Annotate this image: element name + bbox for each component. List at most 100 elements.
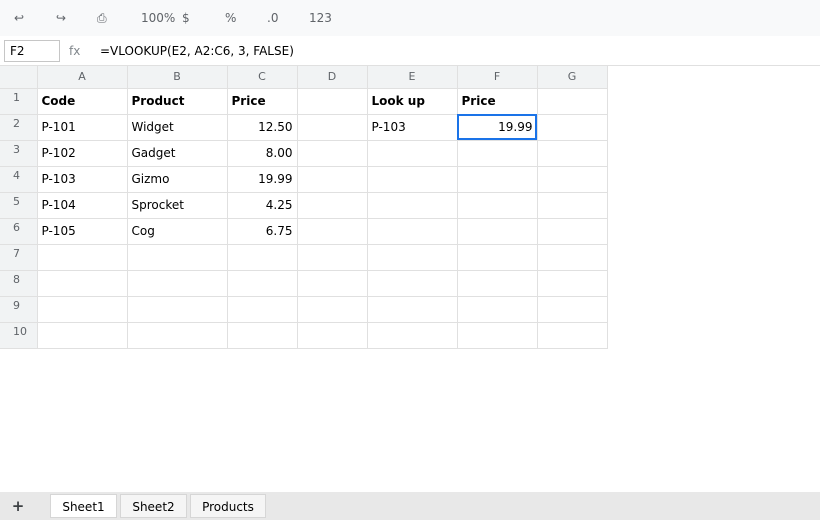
undo-icon[interactable]: ↩ <box>14 0 24 36</box>
cell-e6[interactable] <box>367 218 458 245</box>
cell-f2[interactable]: 19.99 <box>457 114 538 141</box>
percent-format-button[interactable]: % <box>225 0 236 36</box>
cell-e10[interactable] <box>367 322 458 349</box>
cell-c3[interactable]: 8.00 <box>227 140 298 167</box>
cell-e4[interactable] <box>367 166 458 193</box>
cell-d5[interactable] <box>297 192 368 219</box>
column-header-a[interactable]: A <box>37 66 128 89</box>
cell-c5[interactable]: 4.25 <box>227 192 298 219</box>
cell-e5[interactable] <box>367 192 458 219</box>
cell-g2[interactable] <box>537 114 608 141</box>
add-sheet-icon[interactable]: + <box>10 492 26 520</box>
sheet-tab-sheet1[interactable]: Sheet1 <box>50 494 117 518</box>
cell-b9[interactable] <box>127 296 228 323</box>
row-header-7[interactable]: 7 <box>0 244 38 271</box>
column-header-g[interactable]: G <box>537 66 608 89</box>
cell-a1[interactable]: Code <box>37 88 128 115</box>
cell-d8[interactable] <box>297 270 368 297</box>
cell-g7[interactable] <box>537 244 608 271</box>
row-header-1[interactable]: 1 <box>0 88 38 115</box>
cell-g9[interactable] <box>537 296 608 323</box>
cell-f5[interactable] <box>457 192 538 219</box>
select-all-corner[interactable] <box>0 66 38 89</box>
cell-c4[interactable]: 19.99 <box>227 166 298 193</box>
column-header-b[interactable]: B <box>127 66 228 89</box>
cell-c6[interactable]: 6.75 <box>227 218 298 245</box>
cell-e2[interactable]: P-103 <box>367 114 458 141</box>
cell-b3[interactable]: Gadget <box>127 140 228 167</box>
cell-c2[interactable]: 12.50 <box>227 114 298 141</box>
cell-d4[interactable] <box>297 166 368 193</box>
cell-a9[interactable] <box>37 296 128 323</box>
row-header-5[interactable]: 5 <box>0 192 38 219</box>
cell-b7[interactable] <box>127 244 228 271</box>
cell-a8[interactable] <box>37 270 128 297</box>
cell-e9[interactable] <box>367 296 458 323</box>
cell-g4[interactable] <box>537 166 608 193</box>
cell-f10[interactable] <box>457 322 538 349</box>
cell-c7[interactable] <box>227 244 298 271</box>
cell-f6[interactable] <box>457 218 538 245</box>
cell-f7[interactable] <box>457 244 538 271</box>
row-header-10[interactable]: 10 <box>0 322 38 349</box>
cell-a10[interactable] <box>37 322 128 349</box>
cell-b6[interactable]: Cog <box>127 218 228 245</box>
cell-b10[interactable] <box>127 322 228 349</box>
cell-a4[interactable]: P-103 <box>37 166 128 193</box>
row-header-3[interactable]: 3 <box>0 140 38 167</box>
cell-d1[interactable] <box>297 88 368 115</box>
cell-b2[interactable]: Widget <box>127 114 228 141</box>
redo-icon[interactable]: ↪ <box>56 0 66 36</box>
cell-b8[interactable] <box>127 270 228 297</box>
row-header-8[interactable]: 8 <box>0 270 38 297</box>
cell-e1[interactable]: Look up <box>367 88 458 115</box>
cell-b1[interactable]: Product <box>127 88 228 115</box>
cell-d10[interactable] <box>297 322 368 349</box>
cell-f4[interactable] <box>457 166 538 193</box>
cell-g6[interactable] <box>537 218 608 245</box>
cell-a2[interactable]: P-101 <box>37 114 128 141</box>
column-header-e[interactable]: E <box>367 66 458 89</box>
row-header-4[interactable]: 4 <box>0 166 38 193</box>
decimal-format-button[interactable]: .0 <box>267 0 278 36</box>
cell-f9[interactable] <box>457 296 538 323</box>
sheet-tab-sheet2[interactable]: Sheet2 <box>120 494 187 518</box>
cell-f1[interactable]: Price <box>457 88 538 115</box>
cell-g3[interactable] <box>537 140 608 167</box>
cell-f3[interactable] <box>457 140 538 167</box>
cell-f8[interactable] <box>457 270 538 297</box>
cell-g10[interactable] <box>537 322 608 349</box>
cell-d3[interactable] <box>297 140 368 167</box>
cell-b4[interactable]: Gizmo <box>127 166 228 193</box>
cell-d6[interactable] <box>297 218 368 245</box>
cell-g5[interactable] <box>537 192 608 219</box>
currency-format-button[interactable]: $ <box>182 0 190 36</box>
row-header-9[interactable]: 9 <box>0 296 38 323</box>
cell-c1[interactable]: Price <box>227 88 298 115</box>
cell-e8[interactable] <box>367 270 458 297</box>
cell-d2[interactable] <box>297 114 368 141</box>
column-header-f[interactable]: F <box>457 66 538 89</box>
cell-a3[interactable]: P-102 <box>37 140 128 167</box>
cell-d9[interactable] <box>297 296 368 323</box>
row-header-2[interactable]: 2 <box>0 114 38 141</box>
cell-c10[interactable] <box>227 322 298 349</box>
column-header-d[interactable]: D <box>297 66 368 89</box>
cell-c9[interactable] <box>227 296 298 323</box>
zoom-select[interactable]: 100% <box>141 0 175 36</box>
cell-a7[interactable] <box>37 244 128 271</box>
formula-input[interactable]: =VLOOKUP(E2, A2:C6, 3, FALSE) <box>100 36 294 66</box>
cell-d7[interactable] <box>297 244 368 271</box>
row-header-6[interactable]: 6 <box>0 218 38 245</box>
number-format-button[interactable]: 123 <box>309 0 332 36</box>
cell-c8[interactable] <box>227 270 298 297</box>
column-header-c[interactable]: C <box>227 66 298 89</box>
cell-a5[interactable]: P-104 <box>37 192 128 219</box>
print-icon[interactable]: ⎙ <box>97 0 107 36</box>
name-box[interactable]: F2 <box>4 40 60 62</box>
cell-g1[interactable] <box>537 88 608 115</box>
cell-e7[interactable] <box>367 244 458 271</box>
cell-b5[interactable]: Sprocket <box>127 192 228 219</box>
cell-e3[interactable] <box>367 140 458 167</box>
cell-g8[interactable] <box>537 270 608 297</box>
